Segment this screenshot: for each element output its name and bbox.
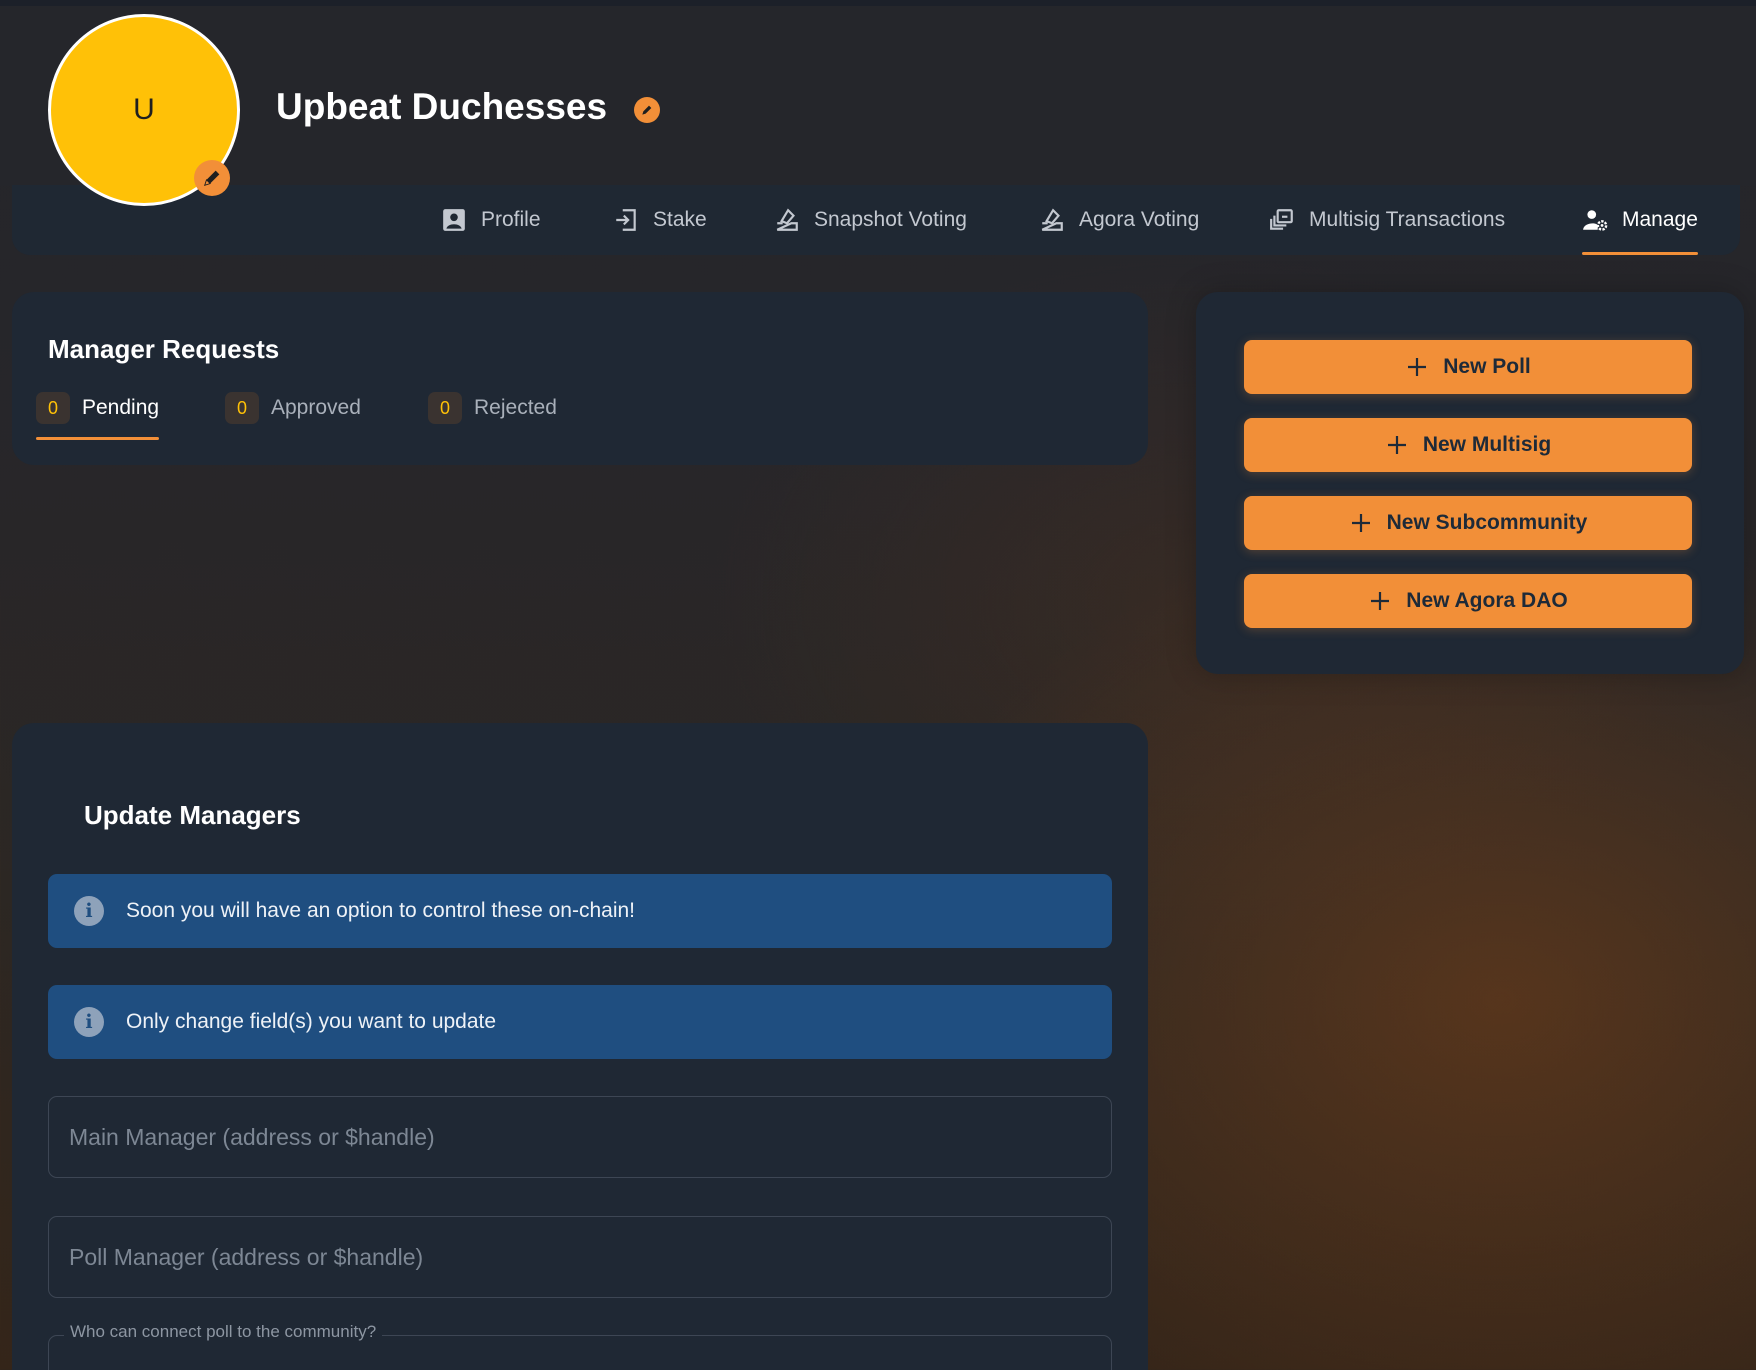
info-icon: i [74,1007,104,1037]
update-managers-title: Update Managers [84,800,301,830]
subtab-label: Pending [82,396,160,419]
pencil-icon [642,105,652,115]
approved-count: 0 [225,392,259,424]
tab-label: Agora Voting [1079,208,1200,231]
tab-snapshot-voting[interactable]: Snapshot Voting [774,185,967,255]
button-label: New Agora DAO [1406,589,1568,612]
subtab-label: Approved [271,396,361,419]
plus-icon [1351,514,1370,532]
ballot-icon [1041,208,1063,231]
tab-label: Stake [653,208,707,231]
community-name: Upbeat Duchesses [276,86,608,127]
alert-text: Only change field(s) you want to update [126,1010,497,1033]
ballot-icon [776,208,798,231]
button-label: New Poll [1443,355,1531,378]
avatar-letter: U [133,93,155,126]
user-gear-icon [1583,210,1608,231]
community-tabs: Profile Stake Snapshot Voting Agora Voti… [12,185,1740,255]
onchain-info-alert: i Soon you will have an option to contro… [48,874,1112,948]
plus-icon [1387,436,1406,454]
update-info-alert: i Only change field(s) you want to updat… [48,985,1112,1059]
pending-count: 0 [36,392,70,424]
new-subcommunity-button[interactable]: New Subcommunity [1244,496,1692,550]
tab-agora-voting[interactable]: Agora Voting [1039,185,1199,255]
profile-icon [443,209,465,231]
new-agora-dao-button[interactable]: New Agora DAO [1244,574,1692,628]
plus-icon [1408,358,1427,376]
new-poll-button[interactable]: New Poll [1244,340,1692,394]
info-icon: i [74,896,104,926]
pencil-icon [203,170,220,187]
tab-multisig-transactions[interactable]: Multisig Transactions [1269,185,1505,255]
button-label: New Multisig [1422,433,1552,456]
tab-pending[interactable]: 0 Pending [36,376,160,440]
manager-requests-card [12,292,1148,465]
tab-label: Profile [481,208,541,231]
connect-poll-legend: Who can connect poll to the community? [64,1322,383,1342]
new-multisig-button[interactable]: New Multisig [1244,418,1692,472]
tab-label: Multisig Transactions [1309,208,1506,231]
alert-text: Soon you will have an option to control … [126,899,635,922]
multisig-icon [1270,209,1293,230]
edit-avatar-button[interactable] [194,160,230,196]
tab-rejected[interactable]: 0 Rejected [428,376,557,440]
poll-manager-input[interactable] [48,1216,1112,1298]
edit-name-button[interactable] [634,97,660,123]
tab-manage[interactable]: Manage [1582,185,1698,255]
tab-approved[interactable]: 0 Approved [225,376,361,440]
plus-icon [1371,592,1390,610]
button-label: New Subcommunity [1386,511,1588,534]
main-manager-input[interactable] [48,1096,1112,1178]
subtab-label: Rejected [474,396,557,419]
stake-icon [616,209,636,231]
tab-profile[interactable]: Profile [441,185,541,255]
tab-label: Manage [1622,208,1698,231]
header-banner [0,6,1756,186]
rejected-count: 0 [428,392,462,424]
manager-requests-title: Manager Requests [48,334,280,364]
tab-label: Snapshot Voting [814,208,967,231]
tab-stake[interactable]: Stake [613,185,707,255]
